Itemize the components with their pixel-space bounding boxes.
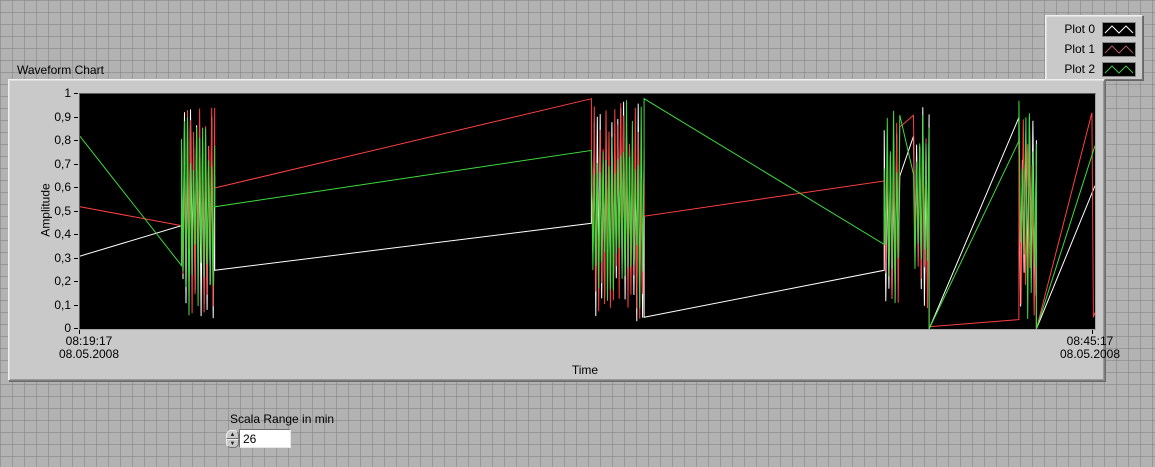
y-tick-label: 0,1 <box>54 297 71 312</box>
x-axis-end-timestamp: 08:45:17 08.05.2008 <box>1035 335 1145 361</box>
plot-legend[interactable]: Plot 0 Plot 1 Plot 2 <box>1045 15 1143 80</box>
legend-row[interactable]: Plot 1 <box>1046 39 1142 59</box>
waveform-chart-title: Waveform Chart <box>17 63 104 77</box>
scala-range-label: Scala Range in min <box>230 412 335 426</box>
scala-range-input[interactable] <box>239 429 291 448</box>
y-tick-mark <box>74 257 78 259</box>
waveform-trace-plot-2 <box>80 97 1095 329</box>
y-tick-mark <box>74 140 78 141</box>
waveform-trace-plot-1 <box>80 98 1095 329</box>
y-tick-mark <box>74 187 78 188</box>
legend-row[interactable]: Plot 2 <box>1046 59 1142 79</box>
y-tick-label: 1 <box>64 86 71 100</box>
legend-swatch-icon[interactable] <box>1102 21 1136 37</box>
x-axis-start-timestamp: 08:19:17 08.05.2008 <box>34 335 144 361</box>
y-tick-label: 0,8 <box>54 133 71 147</box>
y-tick-mark <box>74 328 78 329</box>
decrement-arrow-icon[interactable]: ▼ <box>226 439 239 448</box>
legend-row[interactable]: Plot 0 <box>1046 19 1142 39</box>
y-tick-label: 0,9 <box>54 109 71 124</box>
legend-swatch-icon[interactable] <box>1102 41 1136 57</box>
y-tick-label: 0,3 <box>54 250 71 265</box>
y-tick-mark <box>74 281 78 282</box>
increment-arrow-icon[interactable]: ▲ <box>226 430 239 439</box>
y-tick-label: 0 <box>64 321 71 335</box>
legend-item-label: Plot 2 <box>1064 62 1095 76</box>
legend-item-label: Plot 1 <box>1064 42 1095 56</box>
y-tick-label: 0,6 <box>54 180 71 194</box>
y-tick-mark <box>74 304 78 306</box>
waveform-plot-svg <box>80 97 1095 329</box>
y-tick-label: 0,4 <box>54 227 71 241</box>
plot-area[interactable] <box>79 93 1096 330</box>
y-tick-mark <box>74 116 78 118</box>
legend-item-label: Plot 0 <box>1064 22 1095 36</box>
waveform-trace-plot-0 <box>80 101 1095 329</box>
x-axis-label: Time <box>571 363 599 377</box>
start-date: 08.05.2008 <box>58 347 120 361</box>
y-tick-label: 0,7 <box>54 156 71 171</box>
end-date: 08.05.2008 <box>1059 347 1121 361</box>
y-tick-label: 0,2 <box>54 274 71 288</box>
legend-swatch-icon[interactable] <box>1102 61 1136 77</box>
scala-range-spinner[interactable]: ▲ ▼ <box>226 430 239 449</box>
y-tick-mark <box>74 210 78 212</box>
y-tick-mark <box>74 93 78 94</box>
y-tick-mark <box>74 163 78 165</box>
y-tick-mark <box>74 234 78 235</box>
y-tick-label: 0,5 <box>54 203 71 218</box>
waveform-chart[interactable]: Amplitude 1 0,9 0,8 0,7 0,6 0,5 0,4 0,3 0,2 0,1 0 … <box>8 79 1120 381</box>
labview-front-panel: { "panel": { "title": "Waveform Chart" }… <box>0 0 1155 467</box>
